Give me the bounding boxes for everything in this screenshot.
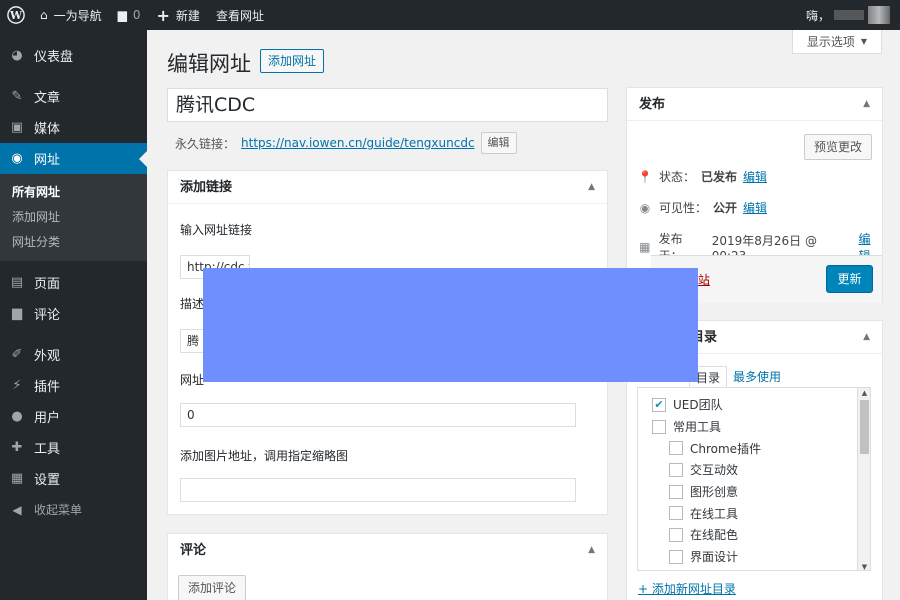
scroll-up-arrow-icon[interactable]: ▲ <box>858 389 870 397</box>
username-redacted <box>834 10 864 20</box>
list-item[interactable]: Chrome插件 <box>652 437 870 459</box>
page-title: 编辑网址 <box>167 52 251 76</box>
svg-text:W: W <box>9 9 23 22</box>
submenu-site-categories[interactable]: 网址分类 <box>0 230 147 255</box>
pin-icon: ✎ <box>11 89 23 104</box>
checkbox[interactable] <box>669 506 683 521</box>
submenu-all-sites[interactable]: 所有网址 <box>0 180 147 205</box>
eye-icon: ◉ <box>639 200 651 215</box>
checkbox[interactable] <box>669 441 683 456</box>
scrollbar-thumb[interactable] <box>860 400 869 454</box>
sidebar-item-media[interactable]: ▣ 媒体 <box>0 112 147 143</box>
comments-metabox: 评论 ▲ 添加评论 <box>167 533 608 600</box>
view-link[interactable]: 查看网址 <box>208 0 272 30</box>
preview-changes-button[interactable]: 预览更改 <box>803 134 872 160</box>
link-metabox-header[interactable]: 添加链接 ▲ <box>168 171 607 204</box>
status-edit-link[interactable]: 编辑 <box>743 168 767 185</box>
comment-icon: ▆ <box>117 8 127 22</box>
sidebar-item-users[interactable]: ● 用户 <box>0 401 147 432</box>
avatar <box>868 6 890 24</box>
sidebar-submenu: 所有网址 添加网址 网址分类 <box>0 174 147 261</box>
collapse-menu-button[interactable]: ◀ 收起菜单 <box>0 494 147 525</box>
publish-metabox-header[interactable]: 发布 ▲ <box>627 88 882 121</box>
sidebar-item-posts[interactable]: ✎ 文章 <box>0 81 147 112</box>
collapse-up-icon[interactable]: ▲ <box>863 321 870 354</box>
wordpress-logo-icon[interactable]: W <box>0 0 32 30</box>
collapse-up-icon[interactable]: ▲ <box>588 534 595 567</box>
collapse-arrow-icon: ◀ <box>12 502 22 517</box>
dashboard-icon: ◕ <box>11 48 23 63</box>
comments-metabox-header[interactable]: 评论 ▲ <box>168 534 607 567</box>
scroll-down-arrow-icon[interactable]: ▼ <box>858 563 870 570</box>
post-title-input[interactable]: 腾讯CDC <box>167 88 608 122</box>
sidebar-item-pages[interactable]: ▤ 页面 <box>0 267 147 298</box>
visibility-row: ◉ 可见性： 公开 编辑 <box>637 199 767 216</box>
home-icon: ⌂ <box>40 8 48 22</box>
list-item[interactable]: 图形创意 <box>652 481 870 503</box>
list-item[interactable]: 交互动效 <box>652 459 870 481</box>
permalink-row: 永久链接： https://nav.iowen.cn/guide/tengxun… <box>175 132 517 154</box>
list-item[interactable]: 界面设计 <box>652 546 870 568</box>
collapse-up-icon[interactable]: ▲ <box>863 88 870 121</box>
visibility-edit-link[interactable]: 编辑 <box>743 199 767 216</box>
sidebar-item-comments[interactable]: ▆ 评论 <box>0 298 147 329</box>
add-new-category-link[interactable]: + 添加新网址目录 <box>638 580 736 597</box>
sidebar-item-settings[interactable]: ▦ 设置 <box>0 463 147 494</box>
order-input[interactable]: 0 <box>180 403 576 427</box>
screen-options-button[interactable]: 显示选项 ▼ <box>792 30 882 54</box>
list-item[interactable]: 在线工具 <box>652 502 870 524</box>
settings-icon: ▦ <box>10 471 24 486</box>
globe-icon: ◉ <box>11 151 23 166</box>
brush-icon: ✐ <box>11 347 23 362</box>
plug-icon: ⚡ <box>12 378 22 393</box>
sidebar-item-dashboard[interactable]: ◕ 仪表盘 <box>0 40 147 71</box>
checkbox-checked[interactable]: ✔ <box>652 397 666 412</box>
plus-icon: + <box>156 5 170 25</box>
sidebar-item-tools[interactable]: ✚ 工具 <box>0 432 147 463</box>
list-item[interactable]: 常用工具 <box>652 416 870 438</box>
checkbox[interactable] <box>652 419 666 434</box>
add-new-site-button[interactable]: 添加网址 <box>260 49 325 73</box>
site-name-link[interactable]: ⌂ 一为导航 <box>32 0 110 30</box>
list-item[interactable]: ✔ UED团队 <box>652 394 870 416</box>
move-to-trash-link[interactable]: 站 <box>698 271 710 288</box>
comment-icon: ▆ <box>12 306 22 321</box>
admin-sidebar: ◕ 仪表盘 ✎ 文章 ▣ 媒体 ◉ 网址 所有网址 添加网址 网址分类 ▤ 页面… <box>0 30 147 600</box>
admin-bar: W ⌂ 一为导航 ▆ 0 + 新建 查看网址 嗨， <box>0 0 900 30</box>
status-row: 📍 状态： 已发布 编辑 <box>637 168 768 185</box>
checkbox[interactable] <box>669 527 683 542</box>
checkbox[interactable] <box>669 484 683 499</box>
new-content-link[interactable]: + 新建 <box>149 0 208 30</box>
list-item[interactable]: 在线配色 <box>652 524 870 546</box>
pin-icon: 📍 <box>637 169 653 184</box>
wrench-icon: ✚ <box>11 440 23 455</box>
add-comment-button[interactable]: 添加评论 <box>178 575 247 600</box>
media-icon: ▣ <box>10 120 24 135</box>
image-url-input[interactable] <box>180 478 576 502</box>
sidebar-item-sites[interactable]: ◉ 网址 <box>0 143 147 174</box>
tab-most-used[interactable]: 最多使用 <box>727 366 787 388</box>
category-checklist: ✔ UED团队 常用工具 Chrome插件 交互动效 图形创意 在线工具 在线配… <box>637 387 871 571</box>
checkbox[interactable] <box>669 462 683 477</box>
checkbox[interactable] <box>669 549 683 564</box>
sidebar-item-plugins[interactable]: ⚡ 插件 <box>0 370 147 401</box>
redaction-overlay <box>203 268 698 382</box>
permalink-edit-button[interactable]: 编辑 <box>480 132 517 154</box>
submenu-add-site[interactable]: 添加网址 <box>0 205 147 230</box>
update-button[interactable]: 更新 <box>826 265 873 293</box>
calendar-icon: ▦ <box>639 240 651 254</box>
sidebar-item-appearance[interactable]: ✐ 外观 <box>0 339 147 370</box>
collapse-up-icon[interactable]: ▲ <box>588 171 595 204</box>
category-scrollbar[interactable]: ▲ ▼ <box>857 388 870 570</box>
account-menu[interactable]: 嗨， <box>806 0 890 30</box>
user-icon: ● <box>11 409 23 424</box>
permalink-url-link[interactable]: https://nav.iowen.cn/guide/tengxuncdc <box>241 136 475 150</box>
page-icon: ▤ <box>10 275 24 290</box>
dropdown-arrow-icon: ▼ <box>860 37 868 46</box>
comments-link[interactable]: ▆ 0 <box>110 0 149 30</box>
